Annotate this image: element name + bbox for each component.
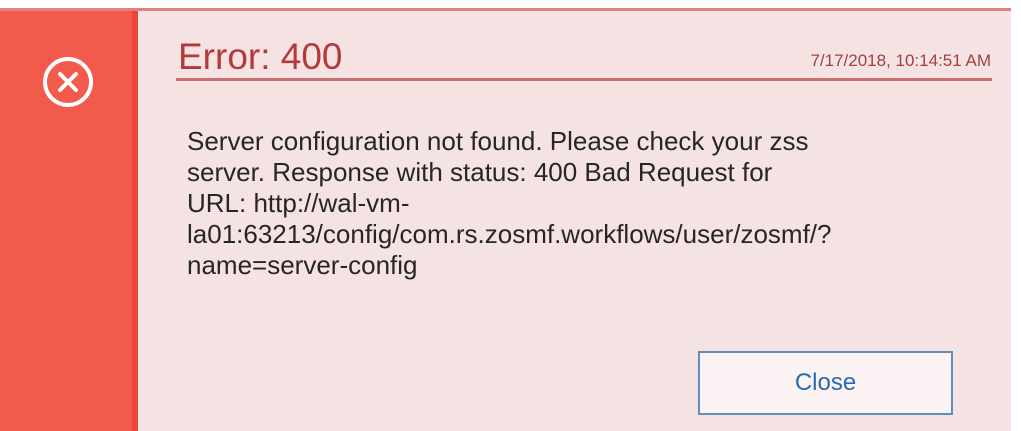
strip-edge: [132, 11, 138, 431]
error-dialog: Error: 400 7/17/2018, 10:14:51 AM Server…: [0, 8, 1011, 431]
error-accent-strip: [0, 11, 138, 431]
error-timestamp: 7/17/2018, 10:14:51 AM: [810, 51, 991, 70]
title-divider: [176, 78, 992, 81]
error-message: Server configuration not found. Please c…: [187, 126, 832, 280]
close-button[interactable]: Close: [698, 351, 953, 415]
error-circle-x-icon: [43, 57, 93, 107]
dialog-title: Error: 400: [178, 36, 343, 77]
